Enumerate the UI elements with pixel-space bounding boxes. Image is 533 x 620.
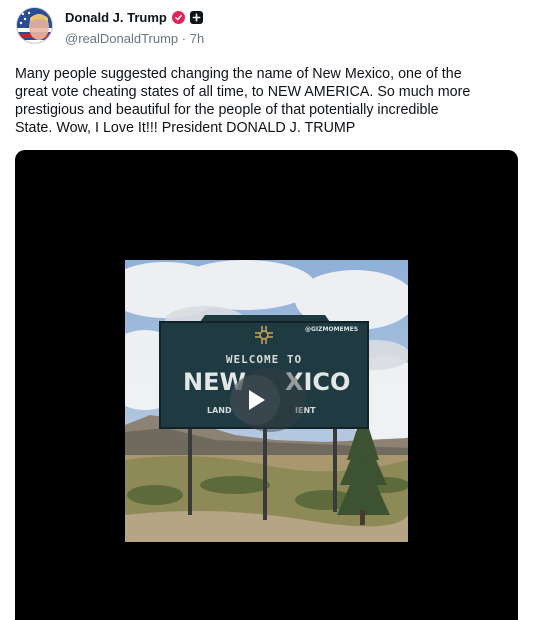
post-text-line: State. Wow, I Love It!!! President DONAL… bbox=[15, 120, 356, 136]
post-text-line: prestigious and beautiful for the people… bbox=[15, 102, 439, 118]
author-avatar[interactable] bbox=[16, 7, 53, 44]
plus-badge-icon bbox=[189, 10, 203, 24]
video-player[interactable]: @GIZMOMEMES WELCOME TO NEW XICO LAND IEN… bbox=[15, 150, 518, 620]
post-text-line: Many people suggested changing the name … bbox=[15, 66, 462, 82]
author-meta-row: @realDonaldTrump · 7h bbox=[65, 31, 204, 46]
meta-separator: · bbox=[181, 31, 187, 46]
author-display-name[interactable]: Donald J. Trump bbox=[65, 10, 167, 25]
avatar-image bbox=[17, 8, 52, 43]
post-text: Many people suggested changing the name … bbox=[15, 65, 520, 137]
play-button[interactable] bbox=[230, 375, 280, 425]
post-timestamp[interactable]: 7h bbox=[190, 31, 204, 46]
author-name-row: Donald J. Trump bbox=[65, 9, 203, 25]
sign-line1: WELCOME TO bbox=[226, 353, 302, 366]
watermark-text: @GIZMOMEMES bbox=[305, 326, 358, 333]
sign-line3-left: LAND bbox=[207, 406, 232, 415]
play-icon bbox=[249, 390, 265, 410]
post-text-line: great vote cheating states of all time, … bbox=[15, 84, 471, 100]
author-handle[interactable]: @realDonaldTrump bbox=[65, 31, 178, 46]
verified-check-icon bbox=[171, 10, 185, 24]
